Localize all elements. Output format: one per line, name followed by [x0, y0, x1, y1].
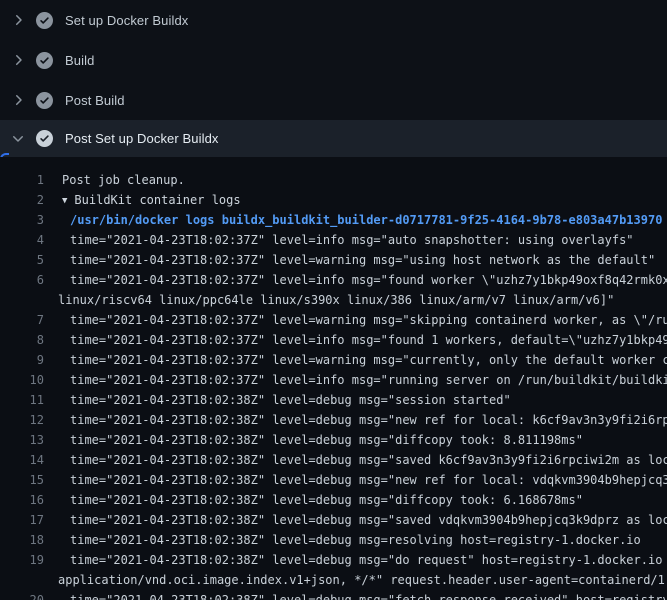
log-line-text: time="2021-04-23T18:02:38Z" level=debug … — [70, 410, 667, 430]
chevron-right-icon — [10, 52, 26, 68]
check-circle-icon — [36, 12, 53, 29]
log-group-toggle[interactable]: ▼ BuildKit container logs — [62, 190, 241, 210]
section-title: Post Build — [65, 93, 125, 108]
log-command-text: /usr/bin/docker logs buildx_buildkit_bui… — [70, 210, 662, 230]
log-row: 1 Post job cleanup. — [0, 170, 667, 190]
line-number-link[interactable]: 15 — [0, 470, 44, 490]
actions-log-viewer: { "colors": { "background": "#0d1117", "… — [0, 0, 667, 600]
log-line-text: time="2021-04-23T18:02:38Z" level=debug … — [70, 530, 641, 550]
log-row: 20 time="2021-04-23T18:02:38Z" level=debu… — [0, 590, 667, 600]
chevron-right-icon — [10, 92, 26, 108]
section-header-post-build[interactable]: Post Build — [0, 80, 667, 120]
chevron-down-icon — [10, 131, 26, 147]
log-line-text: time="2021-04-23T18:02:38Z" level=debug … — [70, 490, 583, 510]
line-number-link[interactable]: 13 — [0, 430, 44, 450]
triangle-down-icon: ▼ — [62, 191, 67, 211]
log-row: linux/riscv64 linux/ppc64le linux/s390x … — [0, 290, 667, 310]
log-line-text: time="2021-04-23T18:02:38Z" level=debug … — [70, 470, 667, 490]
line-number-empty — [0, 290, 44, 310]
line-number-link[interactable]: 5 — [0, 250, 44, 270]
section-list: Set up Docker Buildx Build Post Build Post … — [0, 0, 667, 157]
log-row: 6 time="2021-04-23T18:02:37Z" level=info … — [0, 270, 667, 290]
log-line-text: time="2021-04-23T18:02:38Z" level=debug … — [70, 430, 583, 450]
log-line-text: time="2021-04-23T18:02:38Z" level=debug … — [70, 390, 511, 410]
log-row: 5 time="2021-04-23T18:02:37Z" level=warni… — [0, 250, 667, 270]
log-row: 12 time="2021-04-23T18:02:38Z" level=debu… — [0, 410, 667, 430]
check-circle-icon — [36, 52, 53, 69]
check-circle-icon — [36, 130, 53, 147]
log-row: 7 time="2021-04-23T18:02:37Z" level=warni… — [0, 310, 667, 330]
log-row: application/vnd.oci.image.index.v1+json,… — [0, 570, 667, 590]
log-row: 17 time="2021-04-23T18:02:38Z" level=debu… — [0, 510, 667, 530]
log-line-text: time="2021-04-23T18:02:37Z" level=warnin… — [70, 350, 667, 370]
line-number-link[interactable]: 18 — [0, 530, 44, 550]
log-row: 19 time="2021-04-23T18:02:38Z" level=debu… — [0, 550, 667, 570]
log-row: 10 time="2021-04-23T18:02:37Z" level=info… — [0, 370, 667, 390]
check-circle-icon — [36, 92, 53, 109]
log-line-text: time="2021-04-23T18:02:38Z" level=debug … — [70, 510, 667, 530]
section-title: Post Set up Docker Buildx — [65, 131, 219, 146]
log-line-text: time="2021-04-23T18:02:37Z" level=info m… — [70, 370, 667, 390]
line-number-empty — [0, 570, 44, 590]
line-number-link[interactable]: 12 — [0, 410, 44, 430]
log-row: 11 time="2021-04-23T18:02:38Z" level=debu… — [0, 390, 667, 410]
log-row: 18 time="2021-04-23T18:02:38Z" level=debu… — [0, 530, 667, 550]
line-number-link[interactable]: 9 — [0, 350, 44, 370]
log-line-text: Post job cleanup. — [62, 170, 185, 190]
log-row: 3/usr/bin/docker logs buildx_buildkit_bu… — [0, 210, 667, 230]
log-line-text: time="2021-04-23T18:02:38Z" level=debug … — [70, 550, 667, 570]
log-line-text: time="2021-04-23T18:02:37Z" level=info m… — [70, 230, 634, 250]
log-line-text: time="2021-04-23T18:02:38Z" level=debug … — [70, 450, 667, 470]
log-area: 1 Post job cleanup. 2 ▼ BuildKit container l… — [0, 157, 667, 600]
log-row: 2 ▼ BuildKit container logs — [0, 190, 667, 210]
log-row: 8 time="2021-04-23T18:02:37Z" level=info … — [0, 330, 667, 350]
log-row: 9 time="2021-04-23T18:02:37Z" level=warni… — [0, 350, 667, 370]
section-header-post-set-up-docker-buildx[interactable]: Post Set up Docker Buildx — [0, 120, 667, 157]
line-number-link[interactable]: 10 — [0, 370, 44, 390]
line-number-link[interactable]: 7 — [0, 310, 44, 330]
log-line-text: linux/riscv64 linux/ppc64le linux/s390x … — [58, 290, 614, 310]
line-number-link[interactable]: 19 — [0, 550, 44, 570]
log-row: 16 time="2021-04-23T18:02:38Z" level=debu… — [0, 490, 667, 510]
log-line-text: time="2021-04-23T18:02:38Z" level=debug … — [70, 590, 667, 600]
line-number-link[interactable]: 11 — [0, 390, 44, 410]
line-number-link[interactable]: 1 — [0, 170, 44, 190]
line-number-link[interactable]: 14 — [0, 450, 44, 470]
line-number-link[interactable]: 16 — [0, 490, 44, 510]
line-number-link[interactable]: 17 — [0, 510, 44, 530]
section-header-set-up-docker-buildx[interactable]: Set up Docker Buildx — [0, 0, 667, 40]
log-row: 15 time="2021-04-23T18:02:38Z" level=debu… — [0, 470, 667, 490]
log-line-text: time="2021-04-23T18:02:37Z" level=info m… — [70, 270, 667, 290]
line-number-link[interactable]: 6 — [0, 270, 44, 290]
section-header-build[interactable]: Build — [0, 40, 667, 80]
chevron-right-icon — [10, 12, 26, 28]
log-line-text: time="2021-04-23T18:02:37Z" level=warnin… — [70, 310, 667, 330]
log-line-text: time="2021-04-23T18:02:37Z" level=info m… — [70, 330, 667, 350]
line-number-link[interactable]: 2 — [0, 190, 44, 210]
line-number-link[interactable]: 8 — [0, 330, 44, 350]
log-line-text: time="2021-04-23T18:02:37Z" level=warnin… — [70, 250, 655, 270]
log-line-text: application/vnd.oci.image.index.v1+json,… — [58, 570, 667, 590]
section-title: Build — [65, 53, 94, 68]
line-number-link[interactable]: 4 — [0, 230, 44, 250]
log-row: 13 time="2021-04-23T18:02:38Z" level=debu… — [0, 430, 667, 450]
line-number-link[interactable]: 20 — [0, 590, 44, 600]
log-row: 4 time="2021-04-23T18:02:37Z" level=info … — [0, 230, 667, 250]
log-row: 14 time="2021-04-23T18:02:38Z" level=debu… — [0, 450, 667, 470]
line-number-link[interactable]: 3 — [0, 210, 44, 230]
section-title: Set up Docker Buildx — [65, 13, 188, 28]
log-group-label: BuildKit container logs — [74, 193, 240, 207]
